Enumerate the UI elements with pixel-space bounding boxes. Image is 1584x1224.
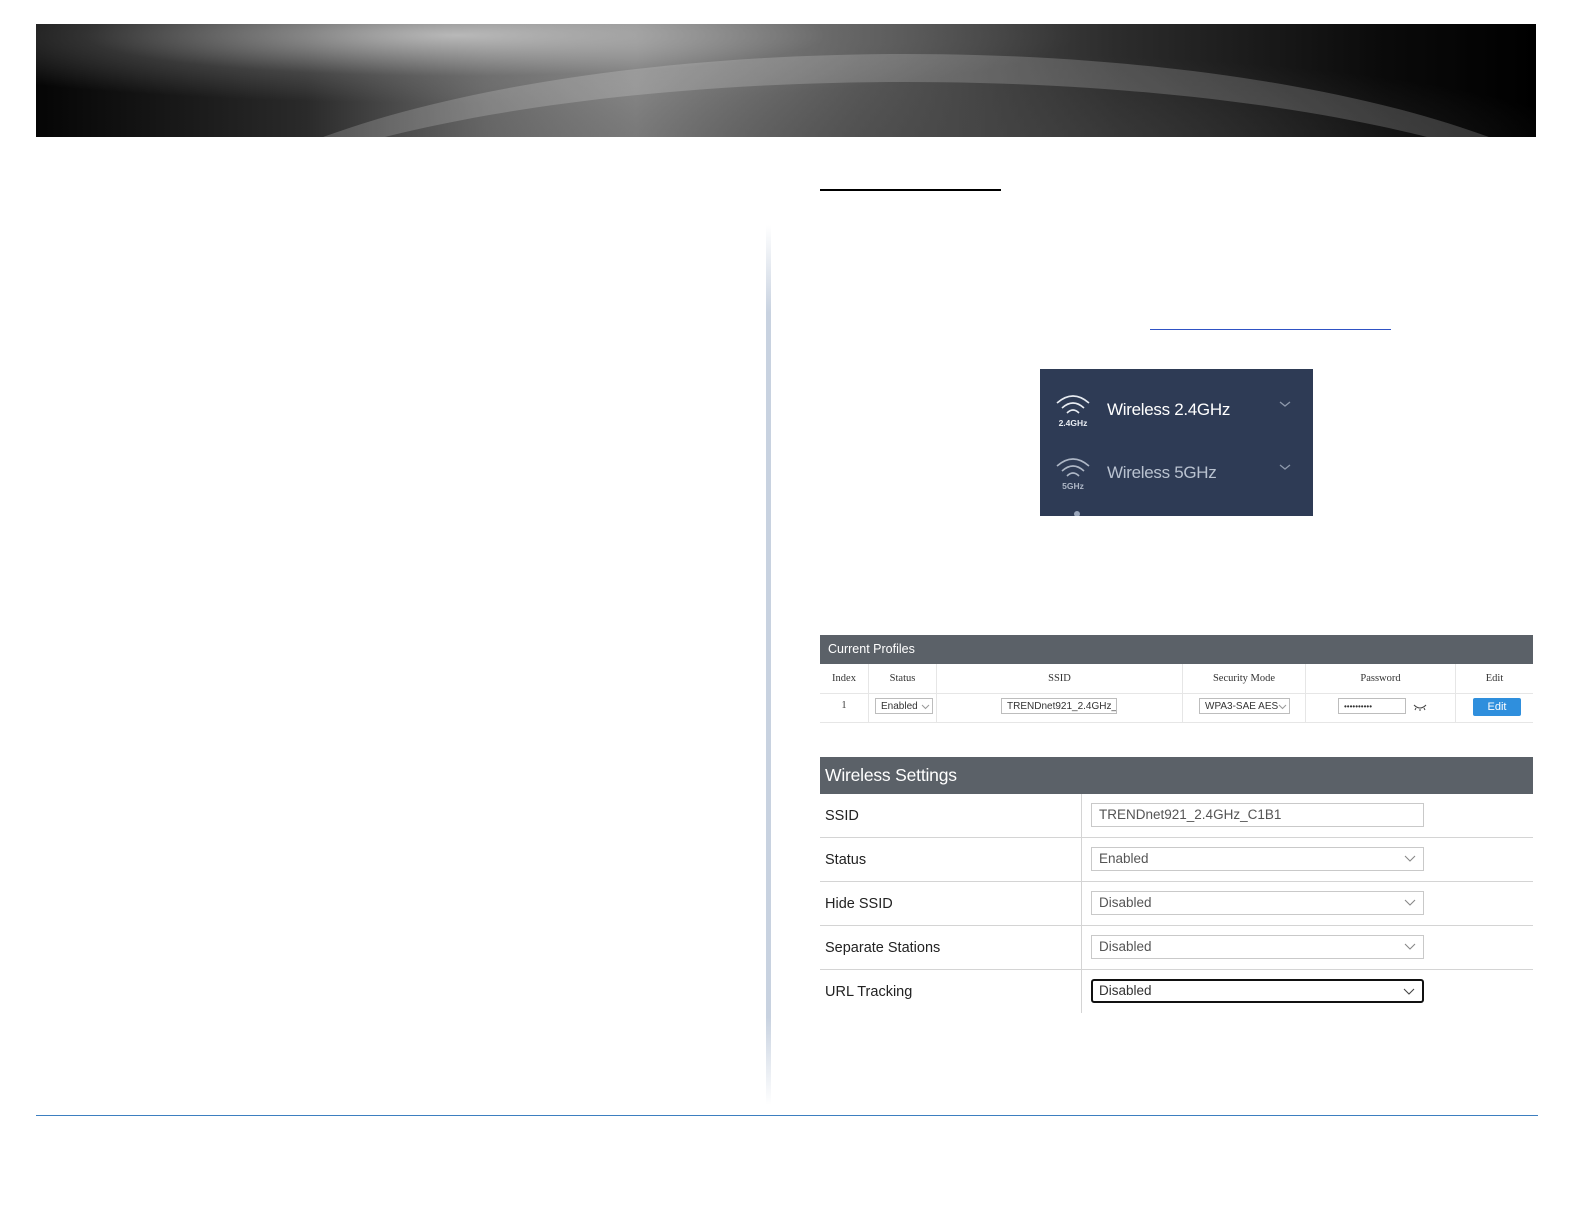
chevron-down-icon	[1404, 899, 1416, 906]
setting-row-status: Status Enabled	[820, 838, 1533, 882]
th-index: Index	[820, 664, 868, 694]
th-status: Status	[869, 664, 936, 694]
current-profiles-panel: Current Profiles Index 1 Status Enabled …	[820, 635, 1533, 723]
hide-ssid-dropdown[interactable]: Disabled	[1091, 891, 1424, 915]
col-status: Status Enabled	[869, 664, 937, 722]
eye-closed-icon[interactable]	[1412, 702, 1428, 712]
row-divider	[1081, 926, 1082, 969]
banner-swoosh	[36, 24, 1536, 137]
menu-item-wireless-24ghz[interactable]: 2.4GHz Wireless 2.4GHz	[1040, 375, 1313, 437]
band-badge-5: 5GHz	[1062, 481, 1084, 491]
band-badge-24: 2.4GHz	[1059, 418, 1088, 428]
chevron-down-icon	[1404, 855, 1416, 862]
security-mode-value: WPA3-SAE AES	[1205, 701, 1279, 712]
wireless-settings-panel: Wireless Settings SSID TRENDnet921_2.4GH…	[820, 757, 1533, 1013]
wireless-menu: 2.4GHz Wireless 2.4GHz 5GHz Wireless 5GH…	[1040, 369, 1313, 516]
hyperlink-underline[interactable]	[1150, 329, 1391, 330]
th-ssid: SSID	[937, 664, 1182, 694]
th-security-mode: Security Mode	[1183, 664, 1305, 694]
setting-label-status: Status	[825, 852, 867, 868]
row-divider	[1081, 970, 1082, 1013]
ssid-field[interactable]: TRENDnet921_2.4GHz_C1B1	[1091, 803, 1424, 827]
menu-item-wireless-5ghz[interactable]: 5GHz Wireless 5GHz	[1040, 438, 1313, 500]
ssid-input[interactable]: TRENDnet921_2.4GHz_	[1001, 698, 1117, 714]
chevron-down-icon	[1278, 704, 1287, 710]
setting-row-separate-stations: Separate Stations Disabled	[820, 926, 1533, 970]
wifi-icon: 2.4GHz	[1056, 395, 1090, 428]
chevron-down-icon	[921, 704, 930, 710]
next-menu-item-peek	[1074, 511, 1080, 516]
column-divider	[766, 225, 771, 1105]
col-edit: Edit Edit	[1456, 664, 1533, 722]
separate-stations-dropdown[interactable]: Disabled	[1091, 935, 1424, 959]
url-tracking-dropdown[interactable]: Disabled	[1091, 979, 1424, 1003]
setting-label-url-tracking: URL Tracking	[825, 984, 913, 1000]
current-profiles-title: Current Profiles	[820, 635, 1533, 664]
chevron-down-icon[interactable]	[1278, 462, 1292, 472]
col-ssid: SSID TRENDnet921_2.4GHz_	[937, 664, 1183, 722]
setting-label-ssid: SSID	[825, 808, 859, 824]
password-input[interactable]: ••••••••••	[1338, 698, 1406, 714]
row-divider	[1081, 794, 1082, 837]
chevron-down-icon[interactable]	[1278, 399, 1292, 409]
profiles-table: Index 1 Status Enabled SSID TRENDnet921_…	[820, 664, 1533, 723]
cell-index: 1	[841, 700, 847, 711]
row-divider	[1081, 838, 1082, 881]
url-tracking-dropdown-value: Disabled	[1099, 983, 1152, 998]
menu-label-5ghz: Wireless 5GHz	[1107, 463, 1217, 482]
row-divider	[1081, 882, 1082, 925]
setting-row-url-tracking: URL Tracking Disabled	[820, 970, 1533, 1013]
hide-ssid-dropdown-value: Disabled	[1099, 895, 1152, 910]
wireless-settings-title: Wireless Settings	[820, 757, 1533, 794]
setting-row-ssid: SSID TRENDnet921_2.4GHz_C1B1	[820, 794, 1533, 838]
status-dropdown[interactable]: Enabled	[1091, 847, 1424, 871]
status-select[interactable]: Enabled	[875, 698, 933, 714]
col-index: Index 1	[820, 664, 869, 722]
separate-stations-dropdown-value: Disabled	[1099, 939, 1152, 954]
status-dropdown-value: Enabled	[1099, 851, 1149, 866]
chevron-down-icon	[1404, 943, 1416, 950]
status-select-value: Enabled	[881, 701, 918, 712]
chevron-down-icon	[1403, 988, 1415, 995]
menu-label-24ghz: Wireless 2.4GHz	[1107, 400, 1231, 419]
col-security-mode: Security Mode WPA3-SAE AES	[1183, 664, 1306, 722]
edit-button[interactable]: Edit	[1473, 698, 1521, 716]
setting-row-hide-ssid: Hide SSID Disabled	[820, 882, 1533, 926]
security-mode-select[interactable]: WPA3-SAE AES	[1199, 698, 1290, 714]
setting-label-hide-ssid: Hide SSID	[825, 896, 893, 912]
footer-rule	[36, 1115, 1538, 1116]
col-password: Password ••••••••••	[1306, 664, 1456, 722]
wifi-icon: 5GHz	[1056, 458, 1090, 491]
th-password: Password	[1306, 664, 1455, 694]
th-edit: Edit	[1456, 664, 1533, 694]
section-heading-underline	[820, 189, 1001, 191]
setting-label-separate-stations: Separate Stations	[825, 940, 941, 956]
